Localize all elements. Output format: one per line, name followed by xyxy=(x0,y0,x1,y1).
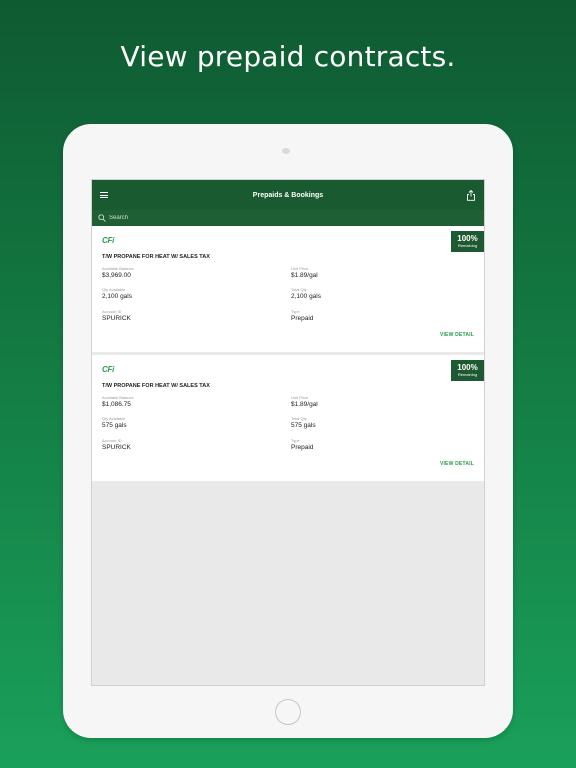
total-qty-value: 2,100 gals xyxy=(291,293,321,300)
product-name: T/W PROPANE FOR HEAT W/ SALES TAX xyxy=(102,254,210,260)
view-detail-link[interactable]: VIEW DETAIL xyxy=(440,332,474,338)
type-value: Prepaid xyxy=(291,315,314,322)
page-title: Prepaids & Bookings xyxy=(252,191,324,199)
unit-price-field: Unit Price $1.89/gal xyxy=(291,395,318,409)
nav-bar: Prepaids & Bookings xyxy=(92,180,484,210)
account-id-field: Account ID SPURICK xyxy=(102,309,131,323)
qty-available-field: Qty Available 575 gals xyxy=(102,416,127,430)
badge-percent: 100% xyxy=(457,363,478,372)
remaining-badge: 100% Remaining xyxy=(451,231,484,252)
qty-available-value: 2,100 gals xyxy=(102,293,132,300)
account-id-value: SPURICK xyxy=(102,444,131,451)
type-value: Prepaid xyxy=(291,444,314,451)
badge-percent: 100% xyxy=(457,234,478,243)
headline: View prepaid contracts. xyxy=(120,40,456,73)
contract-card: CFi 100% Remaining T/W PROPANE FOR HEAT … xyxy=(92,226,484,352)
share-icon[interactable] xyxy=(466,190,476,201)
product-name: T/W PROPANE FOR HEAT W/ SALES TAX xyxy=(102,383,210,389)
company-logo: CFi xyxy=(102,365,114,374)
home-button[interactable] xyxy=(275,699,301,725)
search-bar xyxy=(92,210,484,226)
available-balance-field: Available Balance $3,969.00 xyxy=(102,266,134,280)
company-logo: CFi xyxy=(102,236,114,245)
type-field: Type Prepaid xyxy=(291,438,313,452)
remaining-badge: 100% Remaining xyxy=(451,360,484,381)
hamburger-icon[interactable] xyxy=(100,192,108,198)
qty-available-value: 575 gals xyxy=(102,422,127,429)
account-id-field: Account ID SPURICK xyxy=(102,438,131,452)
tablet-frame: Prepaids & Bookings CFi 100% Remaining T… xyxy=(63,124,513,738)
available-balance-field: Available Balance $1,086.75 xyxy=(102,395,134,409)
search-icon xyxy=(98,214,106,222)
badge-label: Remaining xyxy=(457,372,478,377)
total-qty-field: Total Qty 575 gals xyxy=(291,416,316,430)
search-input[interactable] xyxy=(109,215,309,221)
available-balance-value: $3,969.00 xyxy=(102,272,131,279)
view-detail-link[interactable]: VIEW DETAIL xyxy=(440,461,474,467)
total-qty-value: 575 gals xyxy=(291,422,316,429)
unit-price-value: $1.89/gal xyxy=(291,401,318,408)
unit-price-field: Unit Price $1.89/gal xyxy=(291,266,318,280)
app-screen: Prepaids & Bookings CFi 100% Remaining T… xyxy=(91,179,485,686)
camera-dot xyxy=(282,148,290,154)
badge-label: Remaining xyxy=(457,243,478,248)
type-field: Type Prepaid xyxy=(291,309,313,323)
available-balance-value: $1,086.75 xyxy=(102,401,131,408)
qty-available-field: Qty Available 2,100 gals xyxy=(102,287,132,301)
contract-card: CFi 100% Remaining T/W PROPANE FOR HEAT … xyxy=(92,355,484,481)
total-qty-field: Total Qty 2,100 gals xyxy=(291,287,321,301)
unit-price-value: $1.89/gal xyxy=(291,272,318,279)
account-id-value: SPURICK xyxy=(102,315,131,322)
